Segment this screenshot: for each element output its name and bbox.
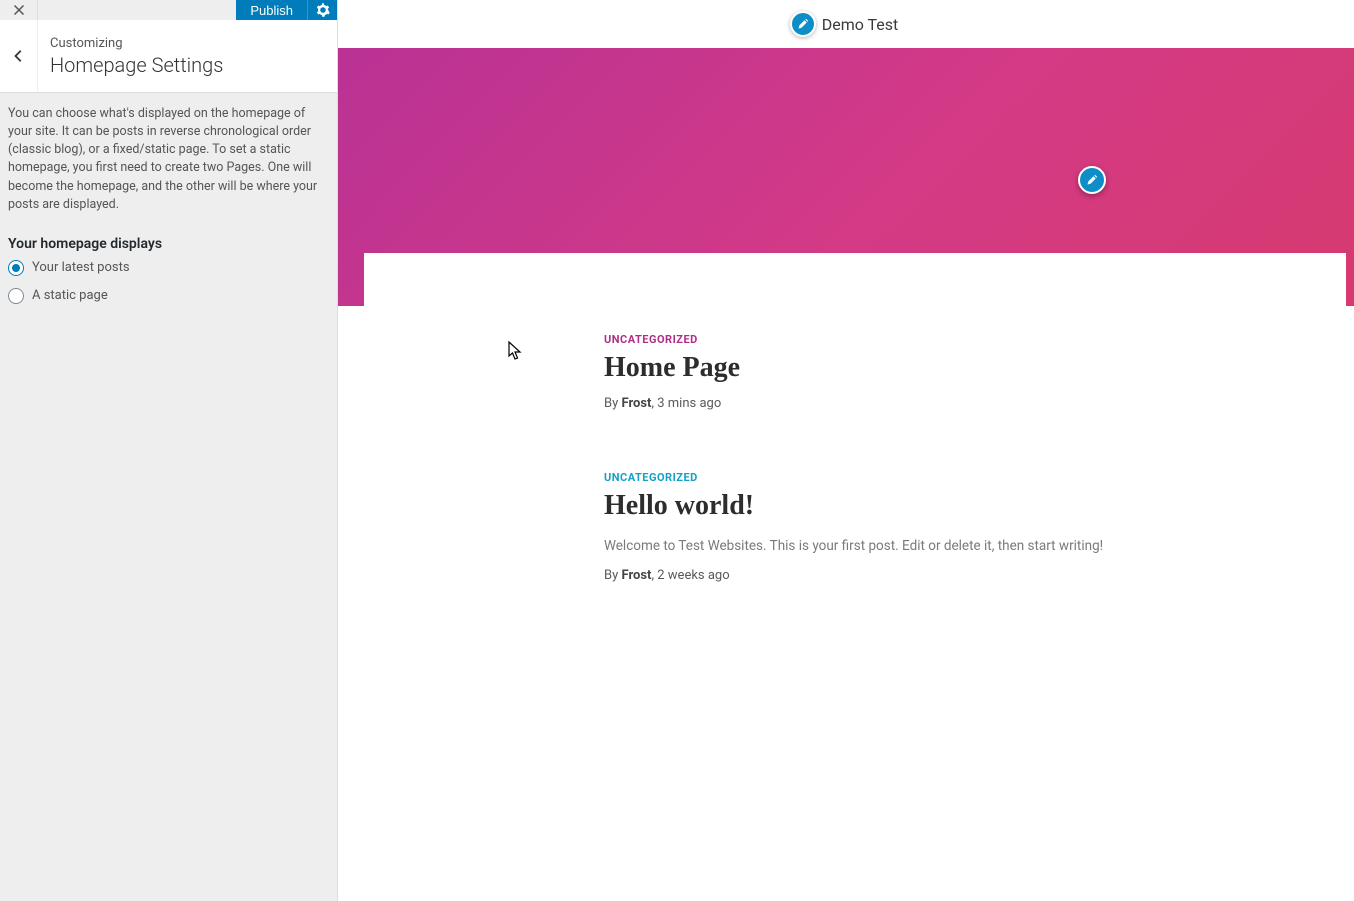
option-label: A static page bbox=[32, 288, 108, 303]
post-excerpt: Welcome to Test Websites. This is your f… bbox=[604, 536, 1304, 556]
publish-group: Publish bbox=[236, 0, 337, 20]
homepage-displays-options: Your latest posts A static page bbox=[8, 260, 321, 304]
publish-button[interactable]: Publish bbox=[236, 0, 307, 20]
post-item: UNCATEGORIZED Hello world! Welcome to Te… bbox=[604, 471, 1304, 583]
post-category[interactable]: UNCATEGORIZED bbox=[604, 333, 1304, 346]
edit-shortcut-button[interactable] bbox=[1078, 166, 1106, 194]
gear-icon bbox=[316, 3, 330, 17]
preview-pane: Demo Test UNCATEGORIZED Home Page By Fro… bbox=[338, 0, 1354, 901]
breadcrumb: Customizing bbox=[50, 36, 223, 51]
post-title[interactable]: Home Page bbox=[604, 352, 1304, 384]
customizer-sidebar: Publish Customizing Homepage Settings Yo… bbox=[0, 0, 338, 901]
pencil-icon bbox=[797, 18, 809, 30]
post-meta: By Frost, 3 mins ago bbox=[604, 396, 1304, 411]
radio-icon bbox=[8, 260, 24, 276]
content-card: UNCATEGORIZED Home Page By Frost, 3 mins… bbox=[364, 253, 1346, 843]
site-header: Demo Test bbox=[338, 0, 1354, 48]
section-header: Customizing Homepage Settings bbox=[0, 20, 337, 93]
top-spacer bbox=[38, 0, 236, 20]
by-label: By bbox=[604, 568, 618, 583]
option-latest-posts[interactable]: Your latest posts bbox=[8, 260, 321, 276]
post-time: 3 mins ago bbox=[657, 396, 721, 411]
post-title[interactable]: Hello world! bbox=[604, 490, 1304, 522]
top-bar: Publish bbox=[0, 0, 337, 20]
edit-shortcut-button[interactable] bbox=[790, 11, 816, 37]
panel-description: You can choose what's displayed on the h… bbox=[8, 105, 321, 214]
radio-icon bbox=[8, 288, 24, 304]
chevron-left-icon bbox=[12, 49, 26, 63]
page-title: Homepage Settings bbox=[50, 53, 223, 77]
close-button[interactable] bbox=[0, 0, 38, 20]
by-label: By bbox=[604, 396, 618, 411]
pencil-icon bbox=[1086, 174, 1098, 186]
option-static-page[interactable]: A static page bbox=[8, 288, 321, 304]
back-button[interactable] bbox=[0, 20, 38, 92]
publish-settings-button[interactable] bbox=[307, 0, 337, 20]
post-item: UNCATEGORIZED Home Page By Frost, 3 mins… bbox=[604, 333, 1304, 411]
post-author[interactable]: Frost bbox=[622, 568, 652, 583]
panel-body: You can choose what's displayed on the h… bbox=[0, 93, 337, 328]
option-label: Your latest posts bbox=[32, 260, 130, 275]
site-title[interactable]: Demo Test bbox=[794, 11, 899, 37]
homepage-displays-label: Your homepage displays bbox=[8, 236, 321, 252]
section-titles: Customizing Homepage Settings bbox=[38, 24, 237, 89]
close-icon bbox=[13, 4, 25, 16]
post-author[interactable]: Frost bbox=[622, 396, 652, 411]
post-meta: By Frost, 2 weeks ago bbox=[604, 568, 1304, 583]
site-title-text: Demo Test bbox=[822, 15, 899, 34]
post-category[interactable]: UNCATEGORIZED bbox=[604, 471, 1304, 484]
post-time: 2 weeks ago bbox=[657, 568, 729, 583]
